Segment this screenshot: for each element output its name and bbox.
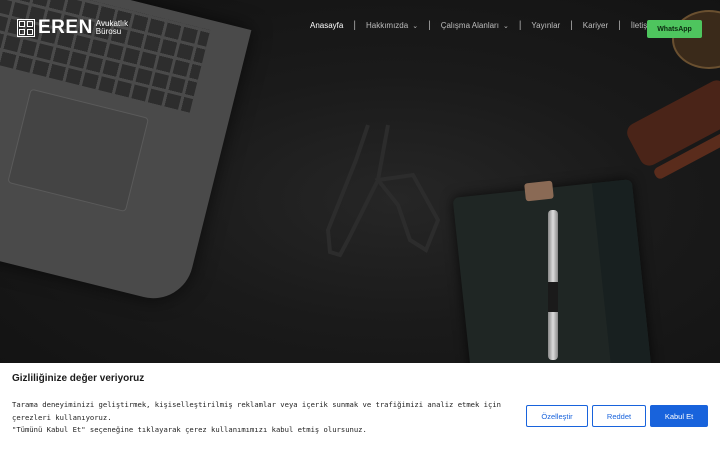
nav-item-yayinlar[interactable]: Yayınlar	[521, 21, 570, 30]
notebook-tab	[524, 180, 554, 202]
cookie-banner: Gizliliğinize değer veriyoruz Tarama den…	[0, 363, 720, 450]
logo-subtitle-line2: Bürosu	[95, 27, 122, 36]
main-nav: Anasayfa | Hakkımızda ⌄ | Çalışma Alanlar…	[300, 20, 666, 31]
nav-item-label: Hakkımızda	[365, 21, 409, 30]
glasses-image	[325, 124, 441, 258]
gavel-image	[623, 76, 720, 170]
reject-button[interactable]: Reddet	[592, 405, 646, 427]
pen-image	[548, 210, 558, 360]
chevron-down-icon: ⌄	[412, 22, 419, 30]
nav-item-calisma-alanlari[interactable]: Çalışma Alanları ⌄	[431, 21, 519, 30]
site-logo[interactable]: EREN Avukatlık Bürosu	[17, 17, 136, 39]
cookie-title: Gizliliğinize değer veriyoruz	[12, 373, 145, 384]
site-header: EREN Avukatlık Bürosu Anasayfa | Hakkımı…	[0, 0, 720, 56]
chevron-down-icon: ⌄	[502, 22, 509, 30]
cookie-text-line: "Tümünü Kabul Et" seçeneğine tıklayarak …	[12, 425, 367, 434]
cookie-description: Tarama deneyiminizi geliştirmek, kişisel…	[12, 399, 512, 437]
nav-item-label: Yayınlar	[531, 21, 561, 30]
logo-mark-icon	[17, 19, 35, 37]
nav-item-label: Çalışma Alanları	[440, 21, 499, 30]
logo-subtitle: Avukatlık Bürosu	[96, 20, 136, 36]
nav-item-label: Anasayfa	[310, 21, 344, 30]
cookie-text-line: çerezleri kullanıyoruz.	[12, 412, 112, 422]
logo-name: EREN	[38, 17, 93, 38]
customize-button[interactable]: Özelleştir	[526, 405, 588, 427]
nav-item-anasayfa[interactable]: Anasayfa	[300, 21, 353, 30]
cookie-text-line: Tarama deneyiminizi geliştirmek, kişisel…	[12, 400, 501, 409]
whatsapp-button[interactable]: WhatsApp	[647, 20, 702, 38]
accept-button[interactable]: Kabul Et	[650, 405, 708, 427]
nav-item-kariyer[interactable]: Kariyer	[573, 21, 618, 30]
nav-item-hakkimizda[interactable]: Hakkımızda ⌄	[356, 21, 428, 30]
nav-item-label: Kariyer	[582, 21, 609, 30]
